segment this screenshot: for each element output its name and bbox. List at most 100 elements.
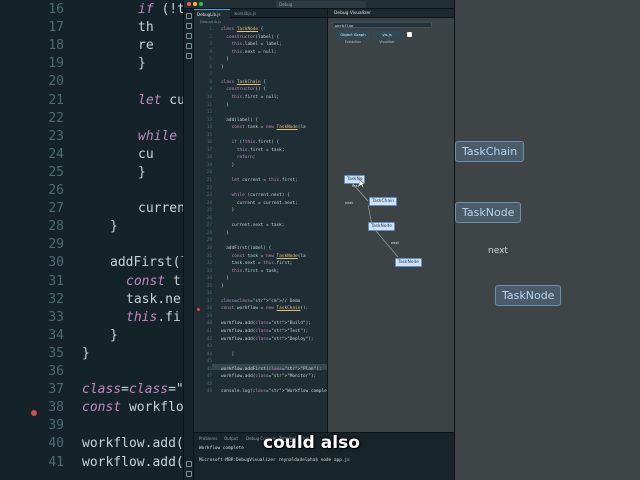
close-window-button[interactable] bbox=[187, 2, 191, 6]
line-number[interactable]: 4 bbox=[194, 50, 212, 55]
code-line[interactable]: } bbox=[221, 284, 224, 289]
code-line[interactable]: workflow.add(class="str">"Test"); bbox=[221, 329, 308, 334]
line-number[interactable]: 12 bbox=[194, 110, 212, 115]
code-line[interactable]: class TaskChain { bbox=[221, 80, 266, 85]
code-line[interactable]: let current = this.first; bbox=[221, 178, 298, 183]
code-line[interactable]: const workflow = new TaskChain(); bbox=[221, 306, 308, 311]
line-number[interactable]: 46 bbox=[194, 367, 212, 372]
line-number[interactable]: 11 bbox=[194, 103, 212, 108]
line-number[interactable]: 27 bbox=[194, 223, 212, 228]
minimize-window-button[interactable] bbox=[193, 2, 197, 6]
code-line[interactable]: class=class="str">"cm">// Demo bbox=[221, 299, 300, 304]
code-line[interactable]: this.first = null; bbox=[221, 95, 280, 100]
maximize-window-button[interactable] bbox=[199, 2, 203, 6]
line-number[interactable]: 26 bbox=[194, 216, 212, 221]
code-line[interactable]: workflow.addFirst(class="str">"Plan"); bbox=[221, 367, 321, 372]
source-control-icon[interactable] bbox=[186, 33, 192, 39]
run-debug-icon[interactable] bbox=[186, 43, 192, 49]
line-number[interactable]: 23 bbox=[194, 193, 212, 198]
line-number[interactable]: 14 bbox=[194, 125, 212, 130]
code-line[interactable]: while (current.next) { bbox=[221, 193, 290, 198]
tab-problems[interactable]: Problems bbox=[199, 436, 217, 441]
explorer-icon[interactable] bbox=[186, 13, 192, 19]
code-line[interactable]: addFirst(label) { bbox=[221, 246, 271, 251]
code-line[interactable]: current = current.next; bbox=[221, 201, 298, 206]
code-line[interactable]: workflow.add(class="str">"Build"); bbox=[221, 321, 311, 326]
line-number[interactable]: 48 bbox=[194, 382, 212, 387]
line-number[interactable]: 47 bbox=[194, 374, 212, 379]
line-number[interactable]: 20 bbox=[194, 170, 212, 175]
line-number[interactable]: 21 bbox=[194, 178, 212, 183]
line-number[interactable]: 28 bbox=[194, 231, 212, 236]
search-icon[interactable] bbox=[186, 23, 192, 29]
code-line[interactable]: task.next = this.first; bbox=[221, 261, 293, 266]
line-number[interactable]: 29 bbox=[194, 238, 212, 243]
line-number[interactable]: 42 bbox=[194, 337, 212, 342]
gear-icon[interactable] bbox=[186, 471, 192, 477]
line-number[interactable]: 5 bbox=[194, 57, 212, 62]
code-line[interactable]: this.label = label; bbox=[221, 42, 282, 47]
breadcrumb[interactable]: DebugLib.js bbox=[200, 20, 221, 24]
code-line[interactable]: | bbox=[221, 352, 235, 357]
code-line[interactable]: } bbox=[221, 103, 229, 108]
line-number[interactable]: 6 bbox=[194, 65, 212, 70]
line-number[interactable]: 32 bbox=[194, 261, 212, 266]
account-icon[interactable] bbox=[186, 461, 192, 467]
line-number[interactable]: 17 bbox=[194, 148, 212, 153]
line-number[interactable]: 31 bbox=[194, 254, 212, 259]
code-line[interactable]: } bbox=[221, 57, 229, 62]
line-number[interactable]: 45 bbox=[194, 359, 212, 364]
terminal-prompt[interactable]: Microsoft-MBP:DebugVisualizer reynaldade… bbox=[199, 458, 350, 463]
line-number[interactable]: 3 bbox=[194, 42, 212, 47]
line-number[interactable]: 40 bbox=[194, 321, 212, 326]
code-line[interactable]: add(label) { bbox=[221, 118, 258, 123]
code-line[interactable]: console.log(class="str">"Workflow comple… bbox=[221, 389, 340, 394]
line-number[interactable]: 24 bbox=[194, 201, 212, 206]
command-center[interactable]: Debug bbox=[276, 1, 366, 8]
code-line[interactable]: constructor() { bbox=[221, 87, 266, 92]
line-number[interactable]: 22 bbox=[194, 186, 212, 191]
line-number[interactable]: 36 bbox=[194, 291, 212, 296]
code-line[interactable]: const task = new TaskNode(la bbox=[221, 254, 306, 259]
line-number[interactable]: 13 bbox=[194, 118, 212, 123]
code-line[interactable]: constructor(label) { bbox=[221, 35, 279, 40]
code-line[interactable]: this.first = task; bbox=[221, 269, 280, 274]
line-number[interactable]: 9 bbox=[194, 87, 212, 92]
line-number[interactable]: 30 bbox=[194, 246, 212, 251]
line-number[interactable]: 1 bbox=[194, 27, 212, 32]
line-number[interactable]: 16 bbox=[194, 140, 212, 145]
code-line[interactable]: const task = new TaskNode(la bbox=[221, 125, 306, 130]
line-number[interactable]: 44 bbox=[194, 352, 212, 357]
tab-debuglib[interactable]: DebugLib.js bbox=[194, 9, 230, 18]
line-number[interactable]: 34 bbox=[194, 276, 212, 281]
code-line[interactable]: } bbox=[221, 231, 229, 236]
line-number[interactable]: 41 bbox=[194, 329, 212, 334]
graph-node-tasknode[interactable]: TaskNode bbox=[395, 258, 422, 267]
tab-output[interactable]: Output bbox=[224, 436, 238, 441]
graph-node-taskchain[interactable]: TaskChain bbox=[369, 197, 398, 206]
code-line[interactable]: workflow.add(class="str">"Deploy"); bbox=[221, 337, 314, 342]
line-number[interactable]: 35 bbox=[194, 284, 212, 289]
code-line[interactable]: } bbox=[221, 65, 224, 70]
graph-node-tasknode[interactable]: TaskNode bbox=[368, 222, 395, 231]
line-number[interactable]: 49 bbox=[194, 389, 212, 394]
extensions-icon[interactable] bbox=[186, 53, 192, 59]
line-number[interactable]: 15 bbox=[194, 133, 212, 138]
line-number[interactable]: 33 bbox=[194, 269, 212, 274]
code-line[interactable]: class TaskNode { bbox=[221, 27, 263, 32]
breakpoint-icon[interactable] bbox=[197, 307, 200, 311]
code-line[interactable]: } bbox=[221, 276, 229, 281]
tab-worklib[interactable]: worklibjs.js bbox=[231, 9, 275, 18]
line-number[interactable]: 39 bbox=[194, 314, 212, 319]
line-number[interactable]: 37 bbox=[194, 299, 212, 304]
line-number[interactable]: 43 bbox=[194, 344, 212, 349]
line-number[interactable]: 7 bbox=[194, 72, 212, 77]
line-number[interactable]: 19 bbox=[194, 163, 212, 168]
code-line[interactable]: if (!this.first) { bbox=[221, 140, 280, 145]
code-editor[interactable]: DebugLib.js worklibjs.js DebugLib.js 1 cl… bbox=[194, 9, 340, 432]
line-number[interactable]: 25 bbox=[194, 208, 212, 213]
code-line[interactable]: workflow.add(class="str">"Monitor"); bbox=[221, 374, 316, 379]
line-number[interactable]: 2 bbox=[194, 35, 212, 40]
code-line[interactable]: current.next = task; bbox=[221, 223, 285, 228]
code-line[interactable]: } bbox=[221, 163, 235, 168]
